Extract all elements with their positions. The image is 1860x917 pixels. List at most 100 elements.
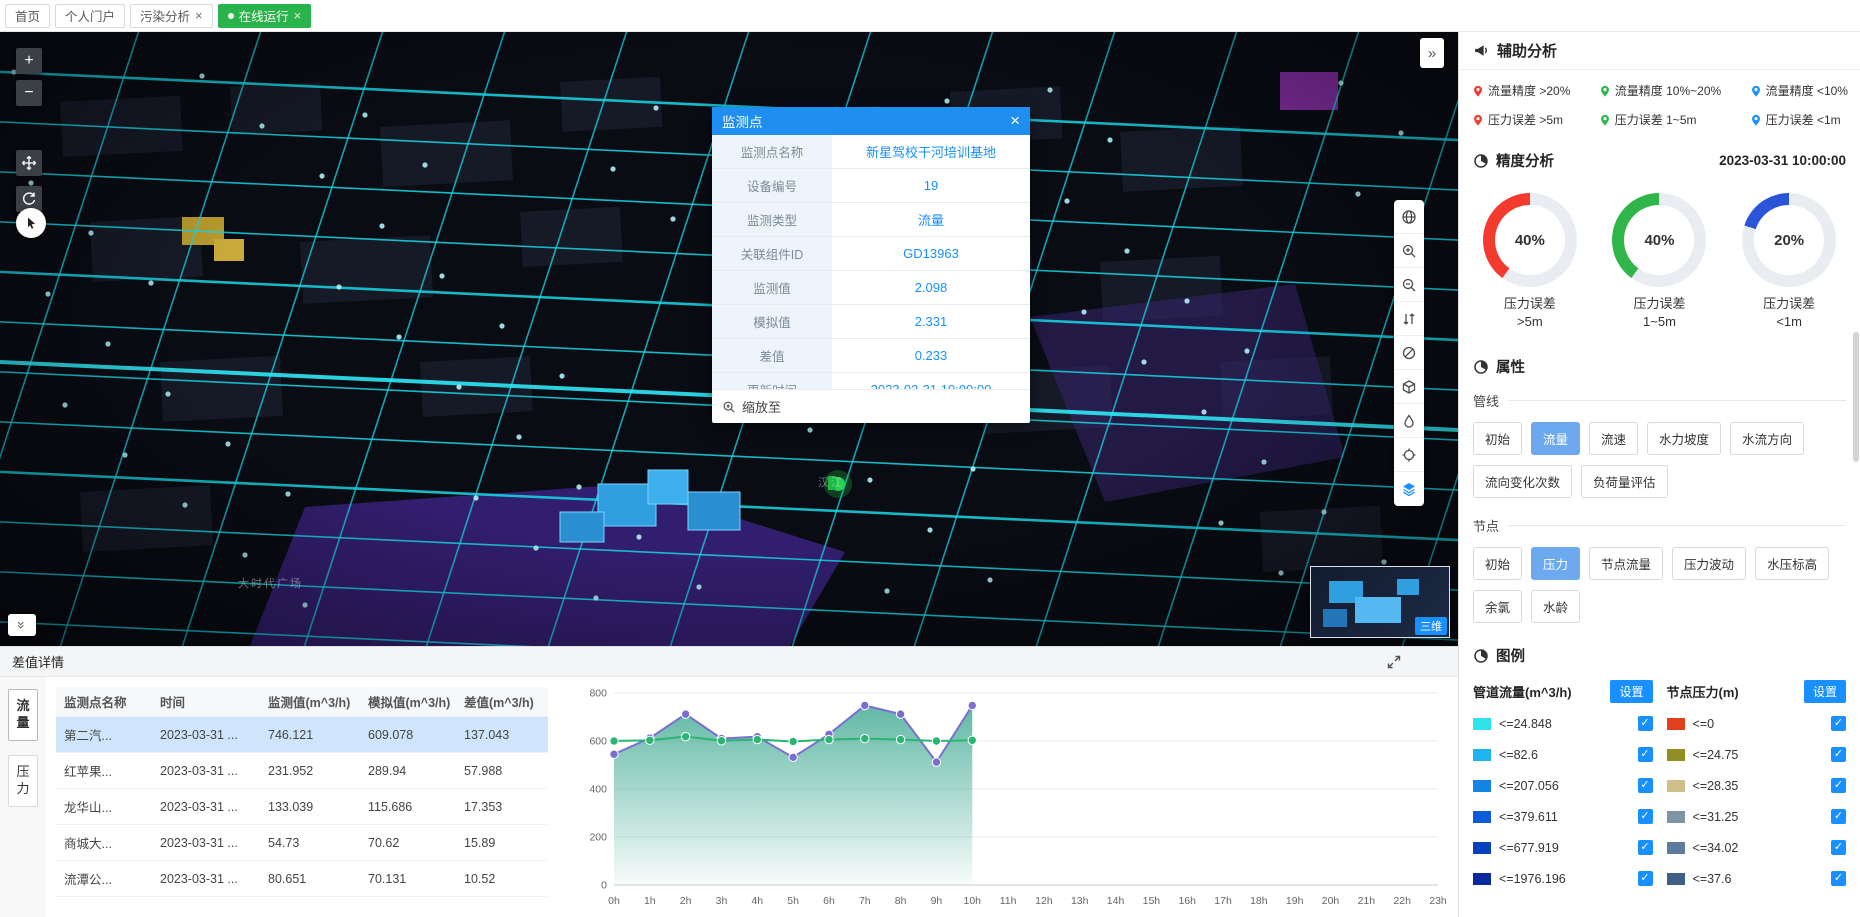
popup-field-label: 关联组件ID (712, 237, 832, 270)
layers-icon[interactable] (1394, 472, 1424, 506)
property-buttons: 初始压力节点流量压力波动水压标高余氯水龄 (1459, 543, 1860, 633)
checkbox[interactable]: ✓ (1638, 747, 1653, 762)
pin-icon (1598, 112, 1612, 127)
property-button-初始[interactable]: 初始 (1473, 422, 1522, 455)
svg-text:800: 800 (589, 688, 607, 700)
property-button-水压标高[interactable]: 水压标高 (1755, 547, 1829, 580)
legend-column-title: 管道流量(m^3/h) (1473, 682, 1572, 701)
zoom-to-button[interactable]: 缩放至 (712, 389, 1030, 423)
property-button-水龄[interactable]: 水龄 (1531, 590, 1580, 623)
zoom-out-icon[interactable] (1394, 268, 1424, 302)
legend-marker-label: 压力误差 1~5m (1615, 111, 1697, 128)
checkbox[interactable]: ✓ (1638, 871, 1653, 886)
popup-field-value[interactable]: 新星驾校干河培训基地 (832, 135, 1030, 168)
zoom-in-button[interactable]: + (16, 48, 42, 74)
gauge-percent: 40% (1644, 232, 1674, 249)
column-header: 监测点名称 (56, 692, 152, 711)
monitoring-point-popup: 监测点 × 监测点名称新星驾校干河培训基地设备编号19监测类型流量关联组件IDG… (712, 107, 1030, 423)
tab-在线运行[interactable]: 在线运行× (218, 4, 312, 28)
pan-icon (21, 155, 37, 171)
color-swatch (1473, 842, 1491, 854)
collapse-bottom-panel-button[interactable]: » (8, 614, 36, 636)
zoom-in-icon[interactable] (1394, 234, 1424, 268)
collapse-right-panel-button[interactable]: » (1420, 38, 1444, 68)
gauge-label: 1~5m (1612, 313, 1706, 331)
popup-field-value: 2.098 (832, 271, 1030, 304)
locate-icon[interactable] (1394, 438, 1424, 472)
table-row[interactable]: 第二汽...2023-03-31 ...746.121609.078137.04… (56, 717, 548, 753)
water-drop-icon[interactable] (1394, 404, 1424, 438)
checkbox[interactable]: ✓ (1831, 747, 1846, 762)
property-button-压力[interactable]: 压力 (1531, 547, 1580, 580)
swap-vertical-icon[interactable] (1394, 302, 1424, 336)
settings-button[interactable]: 设置 (1610, 680, 1652, 703)
checkbox[interactable]: ✓ (1831, 840, 1846, 855)
checkbox[interactable]: ✓ (1638, 716, 1653, 731)
property-button-水流方向[interactable]: 水流方向 (1730, 422, 1804, 455)
select-tool-button[interactable] (16, 208, 46, 238)
map-3d-view[interactable]: 大时代广场汉江 + − » » (0, 32, 1458, 646)
metric-tab-流量[interactable]: 流量 (8, 689, 38, 741)
svg-text:0: 0 (601, 880, 607, 892)
property-button-余氯[interactable]: 余氯 (1473, 590, 1522, 623)
tab-bar: 首页 个人门户污染分析×在线运行× (0, 0, 1860, 32)
svg-text:12h: 12h (1035, 895, 1053, 907)
property-button-负荷量评估[interactable]: 负荷量评估 (1581, 465, 1668, 498)
checkbox[interactable]: ✓ (1638, 778, 1653, 793)
legend-marker-label: 流量精度 10%~20% (1615, 82, 1721, 99)
popup-field-value: 19 (832, 169, 1030, 202)
fullscreen-icon[interactable] (1386, 654, 1402, 670)
property-button-压力波动[interactable]: 压力波动 (1672, 547, 1746, 580)
settings-button[interactable]: 设置 (1804, 680, 1846, 703)
svg-text:5h: 5h (787, 895, 799, 907)
minimap-building (1323, 609, 1347, 627)
close-icon[interactable]: × (294, 9, 302, 22)
checkbox[interactable]: ✓ (1831, 778, 1846, 793)
pan-tool-button[interactable] (16, 150, 42, 176)
close-icon[interactable]: × (195, 9, 203, 22)
table-row[interactable]: 流潭公...2023-03-31 ...80.65170.13110.52 (56, 861, 548, 897)
gauge-label: 压力误差 (1483, 295, 1577, 313)
cube-icon[interactable] (1394, 370, 1424, 404)
accuracy-gauges: 40%压力误差>5m40%压力误差1~5m20%压力误差<1m (1459, 177, 1860, 344)
main-area: 大时代广场汉江 + − » » (0, 32, 1860, 917)
tab-label: 首页 (15, 6, 40, 25)
tab-label: 个人门户 (65, 6, 115, 25)
property-button-流速[interactable]: 流速 (1589, 422, 1638, 455)
scrollbar-thumb[interactable] (1853, 332, 1859, 462)
table-row[interactable]: 商城大...2023-03-31 ...54.7370.6215.89 (56, 825, 548, 861)
table-cell: 龙华山... (56, 797, 152, 816)
property-button-水力坡度[interactable]: 水力坡度 (1647, 422, 1721, 455)
minimap[interactable]: 三维 (1310, 566, 1450, 638)
map-place-label: 汉江 (818, 474, 844, 490)
minimap-3d-label: 三维 (1415, 617, 1447, 635)
legend-item: <=24.75✓ (1667, 739, 1847, 770)
table-row[interactable]: 红苹果...2023-03-31 ...231.952289.9457.988 (56, 753, 548, 789)
checkbox[interactable]: ✓ (1831, 809, 1846, 824)
metric-tab-压力[interactable]: 压力 (8, 755, 38, 807)
property-button-节点流量[interactable]: 节点流量 (1589, 547, 1663, 580)
legend-item: <=677.919✓ (1473, 832, 1653, 863)
clear-circle-icon[interactable] (1394, 336, 1424, 370)
popup-field-value: 2023-03-31 10:00:00 (832, 373, 1030, 389)
close-icon[interactable]: × (1010, 111, 1020, 131)
scrollbar[interactable] (1853, 32, 1859, 917)
property-button-初始[interactable]: 初始 (1473, 547, 1522, 580)
checkbox[interactable]: ✓ (1831, 716, 1846, 731)
checkbox[interactable]: ✓ (1638, 840, 1653, 855)
checkbox[interactable]: ✓ (1638, 809, 1653, 824)
auxiliary-analysis-header: 辅助分析 (1459, 32, 1860, 70)
tab-个人门户[interactable]: 个人门户 (55, 4, 125, 28)
legend-item: <=31.25✓ (1667, 801, 1847, 832)
checkbox[interactable]: ✓ (1831, 871, 1846, 886)
tab-首页[interactable]: 首页 (5, 4, 50, 28)
magnifier-icon (722, 400, 736, 414)
table-cell: 2023-03-31 ... (152, 836, 260, 850)
property-button-流向变化次数[interactable]: 流向变化次数 (1473, 465, 1572, 498)
svg-text:19h: 19h (1286, 895, 1304, 907)
globe-icon[interactable] (1394, 200, 1424, 234)
zoom-out-button[interactable]: − (16, 80, 42, 106)
property-button-流量[interactable]: 流量 (1531, 422, 1580, 455)
tab-污染分析[interactable]: 污染分析× (130, 4, 213, 28)
table-row[interactable]: 龙华山...2023-03-31 ...133.039115.68617.353 (56, 789, 548, 825)
